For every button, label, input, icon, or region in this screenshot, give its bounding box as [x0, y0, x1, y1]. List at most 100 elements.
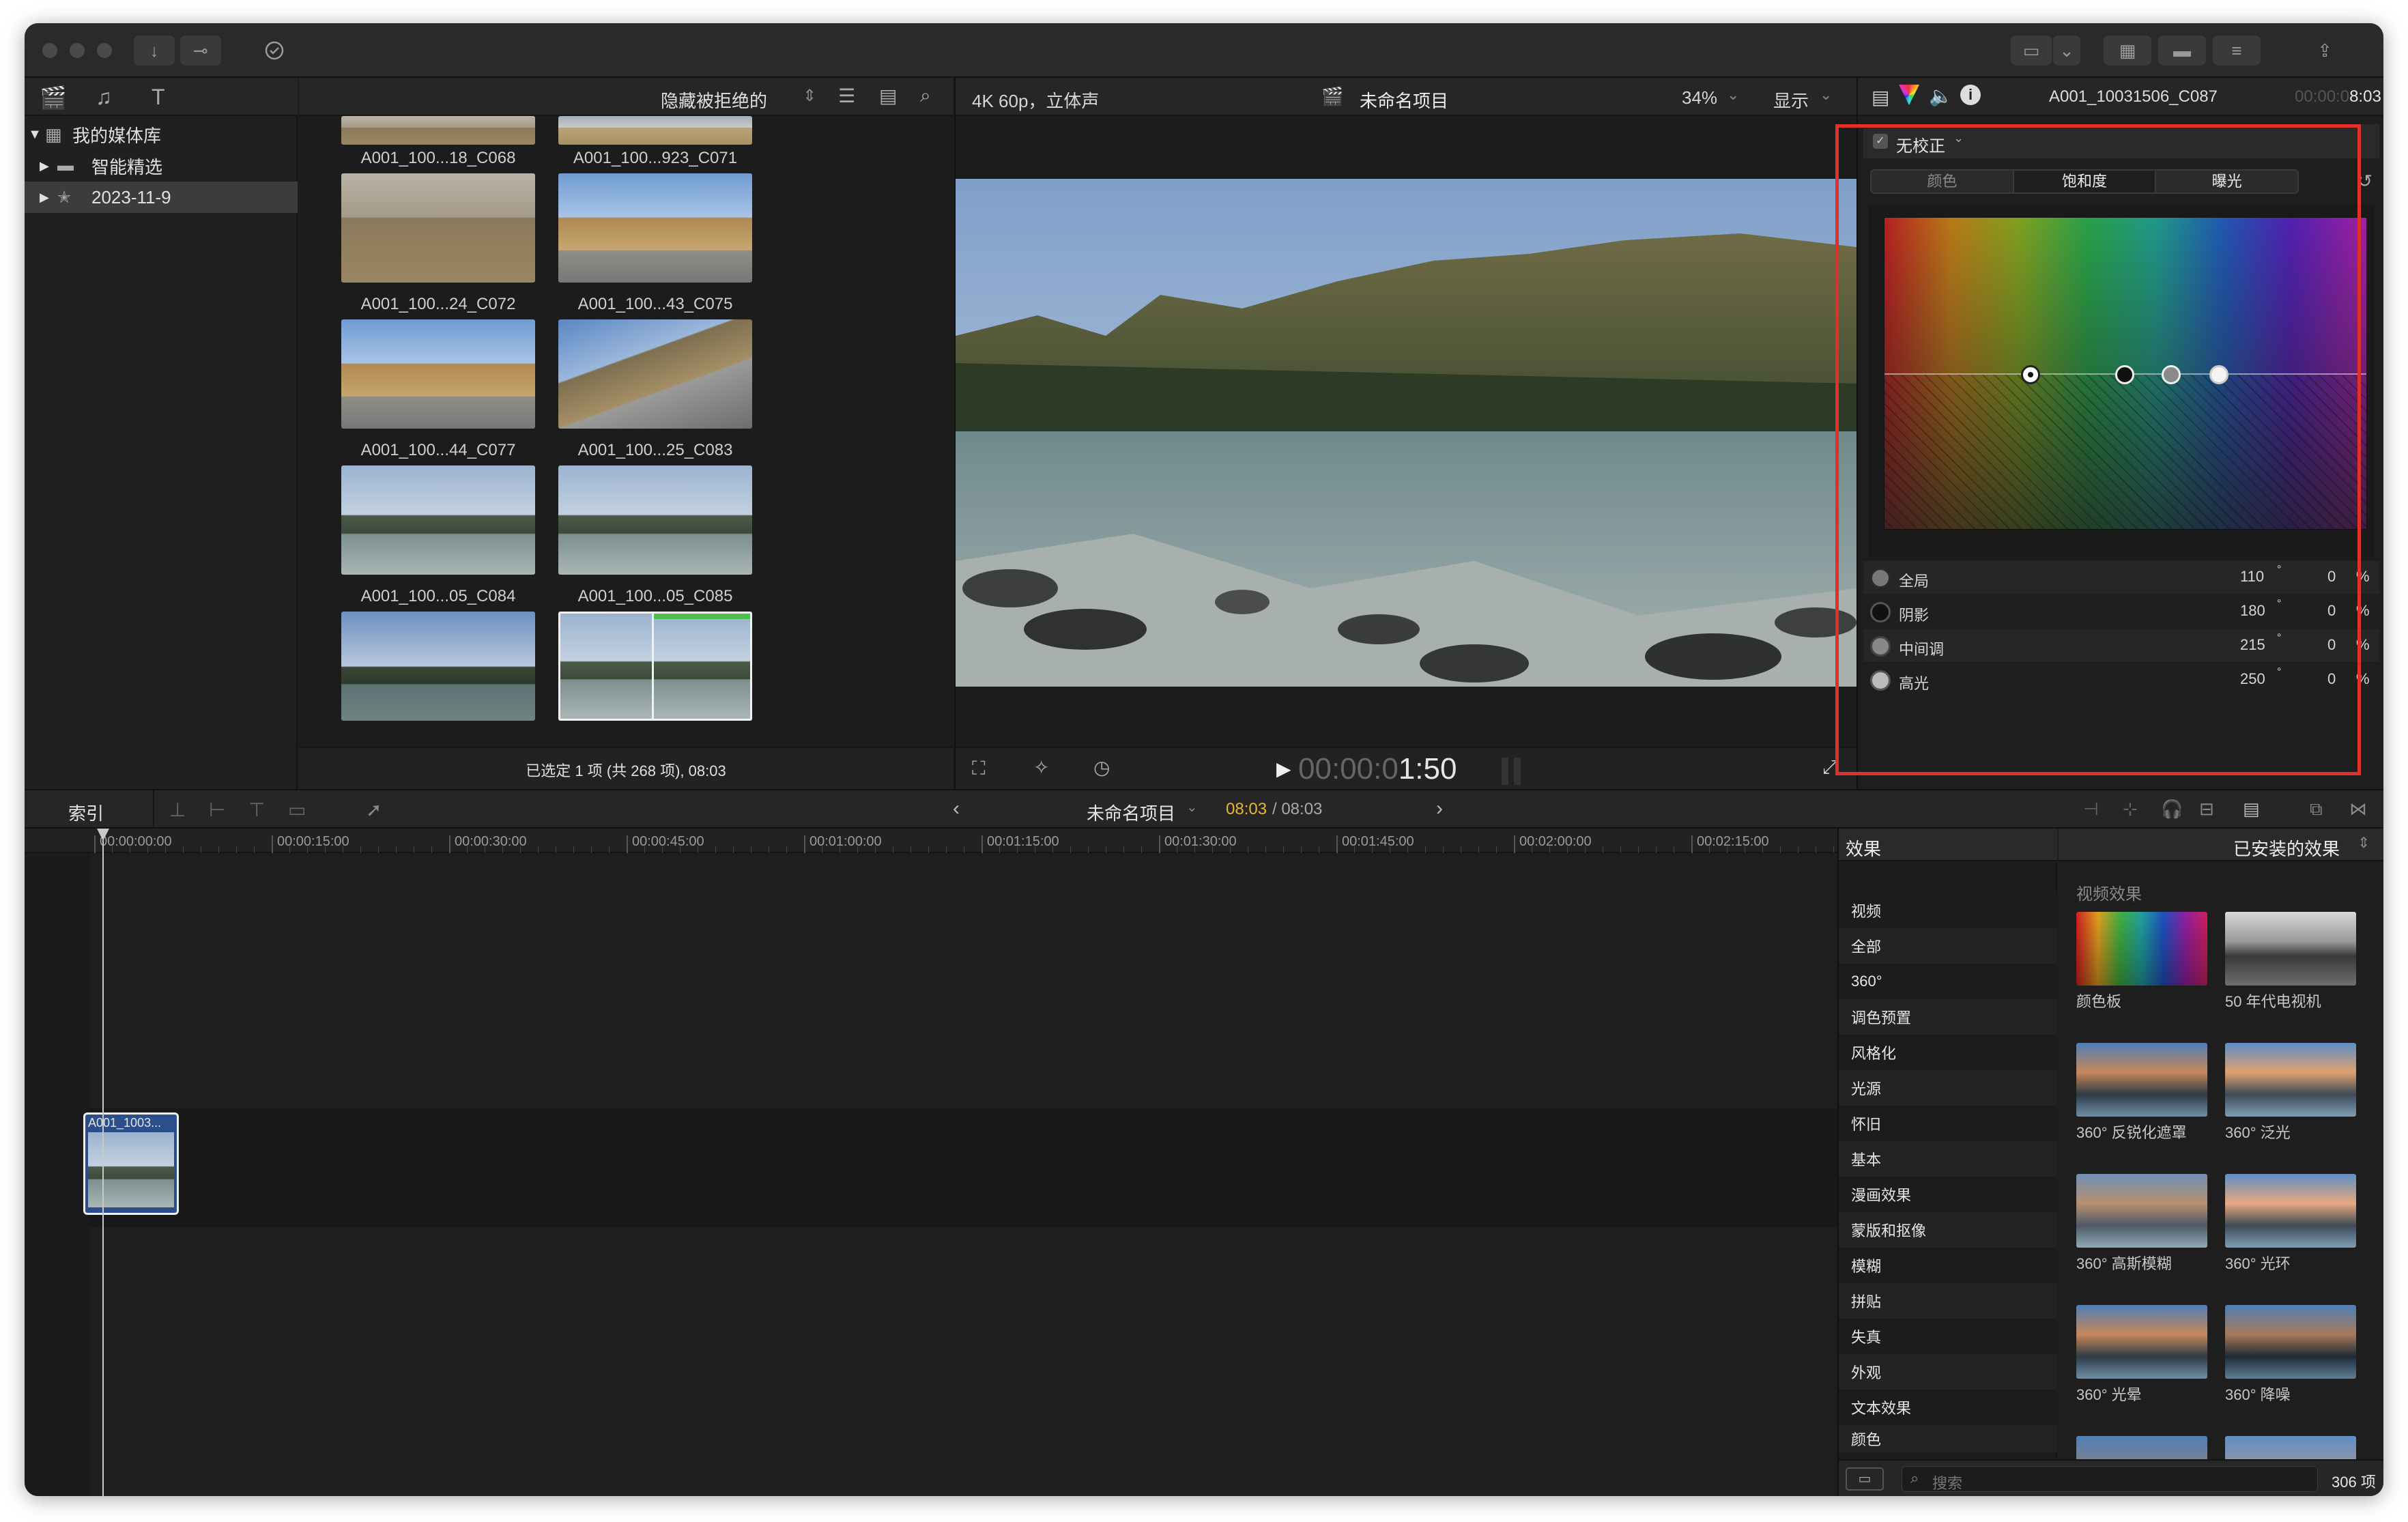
shadows-puck[interactable]: [2115, 365, 2134, 384]
background-tasks-icon[interactable]: [254, 35, 295, 66]
chevron-down-icon[interactable]: ⌄: [1820, 86, 1832, 104]
timeline-toggle-icon[interactable]: ▬: [2158, 35, 2206, 66]
installed-effects-popup[interactable]: 已安装的效果: [2233, 835, 2340, 861]
photos-audio-icon[interactable]: ♫: [96, 85, 112, 110]
effect-thumbnail[interactable]: [2225, 1043, 2356, 1117]
color-inspector-icon[interactable]: [1899, 85, 1919, 105]
row-degrees[interactable]: 180: [2240, 602, 2265, 620]
timeline-clip[interactable]: A001_1003...: [83, 1112, 179, 1215]
highlights-puck[interactable]: [2209, 365, 2228, 384]
category-360[interactable]: 360°: [1839, 964, 2057, 999]
fullscreen-icon[interactable]: ⤢: [1822, 756, 1837, 779]
clip-thumbnail[interactable]: [558, 465, 752, 575]
video-inspector-icon[interactable]: ▤: [1872, 86, 1889, 109]
clip-thumbnail[interactable]: [558, 173, 752, 283]
layout-icon[interactable]: ▭: [2011, 35, 2052, 66]
video-frame[interactable]: [956, 179, 1857, 687]
clip-thumbnail[interactable]: [341, 465, 535, 575]
clip-thumbnail[interactable]: [341, 319, 535, 429]
minimize-window-button[interactable]: [70, 43, 85, 58]
chevron-down-icon[interactable]: ⌄: [1186, 799, 1198, 816]
category-retro[interactable]: 怀旧: [1839, 1106, 2057, 1141]
insert-clip-icon[interactable]: ⊢: [209, 799, 225, 821]
history-back-icon[interactable]: ‹: [953, 797, 960, 820]
enhance-wand-icon[interactable]: ✧: [1033, 756, 1049, 779]
transitions-browser-icon[interactable]: ⋈: [2349, 799, 2367, 820]
libraries-icon[interactable]: 🎬: [40, 85, 67, 111]
tab-saturation[interactable]: 饱和度: [2012, 171, 2157, 192]
clip-thumbnail[interactable]: [341, 173, 535, 283]
timeline-ruler[interactable]: 00:00:00:00 00:00:15:00 00:00:30:00 00:00:4…: [25, 829, 1852, 853]
effect-thumbnail[interactable]: [2225, 1436, 2356, 1459]
library-item-event[interactable]: ▶ ✭ 2023-11-9: [25, 182, 298, 213]
category-color[interactable]: 颜色: [1839, 1425, 2057, 1452]
disclosure-closed-icon[interactable]: ▶: [40, 159, 57, 173]
history-forward-icon[interactable]: ›: [1436, 797, 1443, 820]
effect-thumbnail[interactable]: [2076, 1043, 2207, 1117]
transform-icon[interactable]: ⛶: [972, 758, 986, 780]
close-window-button[interactable]: [42, 43, 57, 58]
row-degrees[interactable]: 250: [2240, 670, 2265, 688]
skimming-icon[interactable]: ⊣: [2083, 799, 2099, 820]
disclosure-open-icon[interactable]: ▼: [25, 127, 45, 143]
timecode-display[interactable]: 00:00:01:50: [1298, 752, 1457, 786]
share-icon[interactable]: ⇪: [2304, 35, 2345, 66]
append-clip-icon[interactable]: ⊤: [248, 799, 265, 821]
midtones-puck[interactable]: [2162, 365, 2181, 384]
row-percent[interactable]: 0: [2327, 670, 2336, 688]
category-light[interactable]: 光源: [1839, 1070, 2057, 1106]
category-tiling[interactable]: 拼贴: [1839, 1283, 2057, 1319]
category-text-effects[interactable]: 文本效果: [1839, 1390, 2057, 1425]
layout-menu-chevron-icon[interactable]: ⌄: [2053, 35, 2080, 66]
category-looks[interactable]: 外观: [1839, 1354, 2057, 1390]
row-degrees[interactable]: 215: [2240, 636, 2265, 654]
effect-thumbnail[interactable]: [2076, 912, 2207, 986]
effect-thumbnail[interactable]: [2225, 1174, 2356, 1248]
audio-inspector-icon[interactable]: 🔈: [1929, 85, 1953, 107]
tab-color[interactable]: 颜色: [1872, 171, 2013, 192]
titles-generators-icon[interactable]: T: [152, 85, 165, 110]
row-percent[interactable]: 0: [2327, 602, 2336, 620]
correction-popup[interactable]: 无校正: [1896, 132, 1945, 156]
category-basics[interactable]: 基本: [1839, 1141, 2057, 1177]
category-masks-keying[interactable]: 蒙版和抠像: [1839, 1212, 2057, 1248]
search-icon[interactable]: ⌕: [920, 85, 931, 107]
category-distortion[interactable]: 失真: [1839, 1319, 2057, 1354]
clip-thumbnail[interactable]: [341, 612, 535, 721]
chevron-updown-icon[interactable]: ⇕: [803, 86, 816, 106]
clip-thumbnail[interactable]: [341, 116, 535, 145]
filmstrip-view-icon[interactable]: ▤: [879, 85, 897, 107]
audio-skimming-icon[interactable]: ⊹: [2123, 799, 2138, 820]
global-puck[interactable]: [2021, 365, 2040, 384]
list-view-icon[interactable]: ☰: [838, 85, 855, 107]
headphones-icon[interactable]: 🎧: [2161, 799, 2183, 820]
highlights-swatch[interactable]: [1870, 670, 1891, 691]
select-tool-icon[interactable]: ➚: [366, 799, 382, 821]
browser-toggle-icon[interactable]: ▦: [2104, 35, 2151, 66]
effect-thumbnail[interactable]: [2076, 1436, 2207, 1459]
category-stylize[interactable]: 风格化: [1839, 1035, 2057, 1070]
chevron-down-icon[interactable]: ⌄: [1953, 131, 1964, 145]
clip-thumbnail[interactable]: [558, 116, 752, 145]
global-swatch[interactable]: [1870, 568, 1891, 588]
clip-thumbnail[interactable]: [558, 319, 752, 429]
playhead[interactable]: [102, 829, 104, 1496]
clip-appearance-icon[interactable]: ▤: [2243, 799, 2260, 820]
color-board[interactable]: [1884, 217, 2367, 530]
display-popup[interactable]: 显示: [1773, 87, 1809, 113]
category-comic[interactable]: 漫画效果: [1839, 1177, 2057, 1212]
reset-icon[interactable]: ↺: [2357, 171, 2373, 192]
category-all[interactable]: 全部: [1839, 928, 2057, 964]
shadows-swatch[interactable]: [1870, 602, 1891, 622]
effect-thumbnail[interactable]: [2225, 912, 2356, 986]
midtones-swatch[interactable]: [1870, 636, 1891, 657]
disclosure-closed-icon[interactable]: ▶: [40, 190, 57, 205]
category-color-presets[interactable]: 调色预置: [1839, 999, 2057, 1035]
filter-popup[interactable]: 隐藏被拒绝的: [661, 87, 767, 113]
category-blur[interactable]: 模糊: [1839, 1248, 2057, 1283]
sidebar-toggle-icon[interactable]: ▭: [1846, 1467, 1884, 1491]
library-item-my-library[interactable]: ▼ ▦ 我的媒体库: [25, 119, 298, 150]
effect-thumbnail[interactable]: [2076, 1305, 2207, 1379]
play-icon[interactable]: ▶: [1276, 758, 1291, 780]
zoom-popup[interactable]: 34%: [1682, 87, 1717, 109]
